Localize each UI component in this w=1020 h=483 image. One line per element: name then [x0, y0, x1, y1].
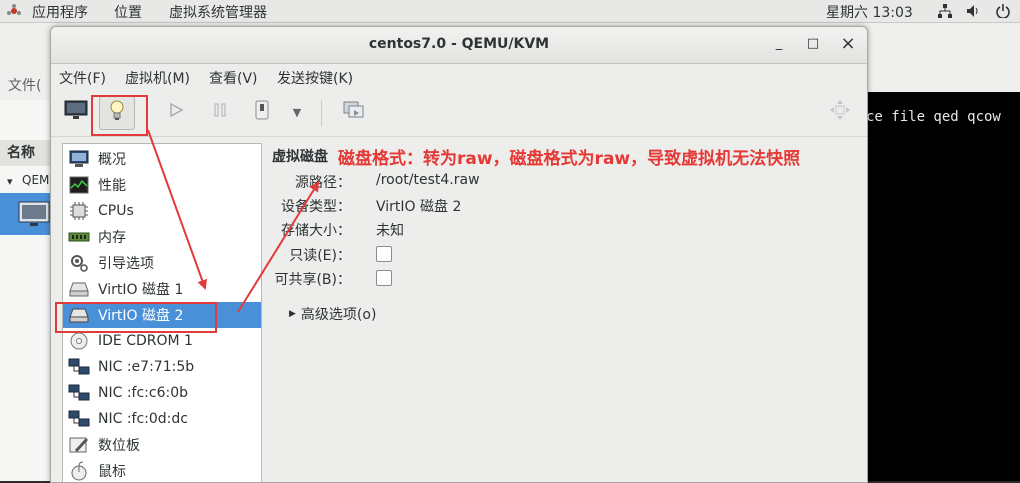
annotation-arrow-up: [237, 181, 320, 313]
annotation-arrows: [147, 129, 320, 313]
annotation-arrow-down: [147, 129, 207, 290]
